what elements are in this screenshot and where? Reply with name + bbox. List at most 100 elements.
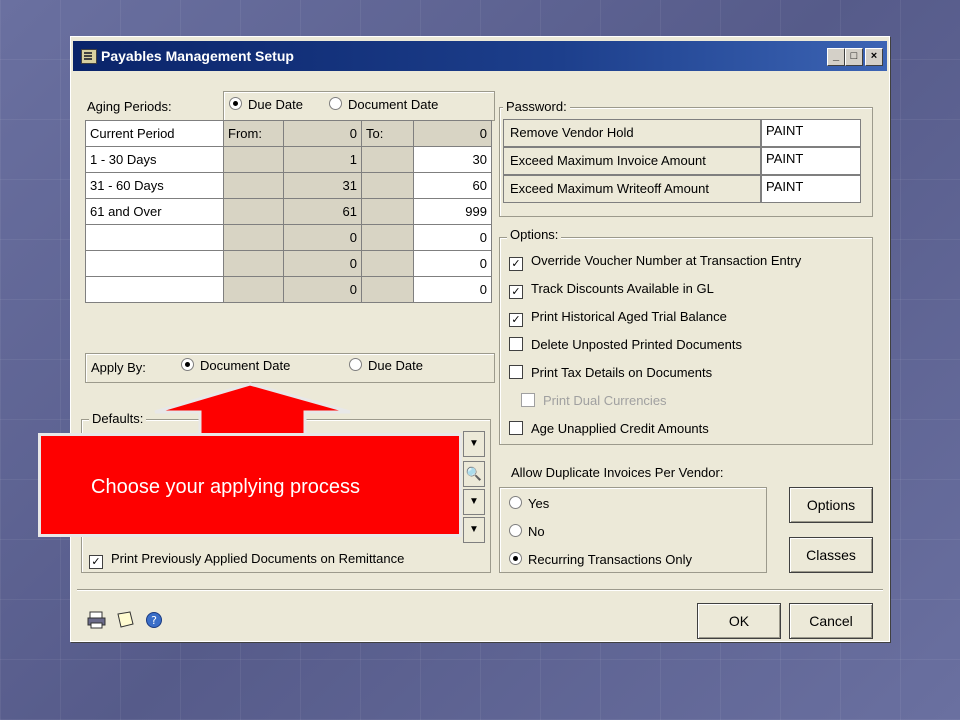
option-label: Track Discounts Available in GL <box>531 281 714 296</box>
aging-to-label <box>361 224 414 251</box>
option-checkbox[interactable]: Print Tax Details on Documents <box>509 365 712 380</box>
title-bar: Payables Management Setup _ □ × <box>73 41 887 71</box>
password-row-label: Remove Vendor Hold <box>503 119 761 147</box>
callout-text: Choose your applying process <box>91 476 361 498</box>
aging-from-label <box>223 198 284 225</box>
classes-button[interactable]: Classes <box>789 537 873 573</box>
allow-duplicates-label: Allow Duplicate Invoices Per Vendor: <box>511 465 724 480</box>
aging-to-value: 0 <box>413 120 492 147</box>
minimize-icon[interactable]: _ <box>827 48 845 66</box>
options-label: Options: <box>507 227 562 242</box>
aging-to-label <box>361 276 414 303</box>
radio-icon <box>181 358 194 371</box>
radio-icon <box>509 552 522 565</box>
close-icon[interactable]: × <box>865 48 883 66</box>
duplicates-yes-radio[interactable]: Yes <box>509 496 549 511</box>
ok-button[interactable]: OK <box>697 603 781 639</box>
aging-from-value: 1 <box>283 146 362 173</box>
aging-row: 31 - 60 Days 31 60 <box>85 172 492 199</box>
help-icon[interactable]: ? <box>145 611 163 629</box>
option-label: Delete Unposted Printed Documents <box>531 337 743 352</box>
option-label: Override Voucher Number at Transaction E… <box>531 253 802 268</box>
aging-row: 1 - 30 Days 1 30 <box>85 146 492 173</box>
aging-periods-label: Aging Periods: <box>87 99 172 114</box>
aging-due-date-radio[interactable]: Due Date <box>229 97 303 112</box>
aging-period-name[interactable]: 1 - 30 Days <box>85 146 224 173</box>
checkbox-icon: ✓ <box>509 285 523 299</box>
aging-period-name[interactable]: 31 - 60 Days <box>85 172 224 199</box>
duplicates-no-radio[interactable]: No <box>509 524 545 539</box>
footer-divider <box>77 589 883 591</box>
aging-to-value[interactable]: 999 <box>413 198 492 225</box>
aging-to-value[interactable]: 30 <box>413 146 492 173</box>
aging-from-value: 61 <box>283 198 362 225</box>
option-label: Print Historical Aged Trial Balance <box>531 309 727 324</box>
aging-to-value[interactable]: 0 <box>413 276 492 303</box>
aging-from-label <box>223 250 284 277</box>
radio-icon <box>349 358 362 371</box>
aging-periods-table: Current Period From: 0 To: 0 1 - 30 Days 1 30 31… <box>85 120 492 303</box>
apply-by-due-date-radio[interactable]: Due Date <box>349 358 423 373</box>
radio-icon <box>509 496 522 509</box>
checkbox-icon <box>509 365 523 379</box>
app-icon <box>81 49 97 64</box>
printer-icon[interactable] <box>87 611 107 629</box>
aging-from-label: From: <box>223 120 284 147</box>
aging-period-name[interactable] <box>85 224 224 251</box>
radio-icon <box>509 524 522 537</box>
option-checkbox[interactable]: ✓ Print Historical Aged Trial Balance <box>509 309 727 327</box>
aging-to-label <box>361 198 414 225</box>
defaults-dropdown-2[interactable]: ▼ <box>463 489 485 515</box>
svg-text:?: ? <box>151 614 157 627</box>
apply-by-document-date-radio[interactable]: Document Date <box>181 358 290 373</box>
defaults-label: Defaults: <box>89 411 147 426</box>
aging-period-name[interactable] <box>85 250 224 277</box>
option-checkbox[interactable]: Delete Unposted Printed Documents <box>509 337 742 352</box>
aging-row: Current Period From: 0 To: 0 <box>85 120 492 147</box>
maximize-icon[interactable]: □ <box>845 48 863 66</box>
option-checkbox[interactable]: Age Unapplied Credit Amounts <box>509 421 709 436</box>
aging-from-label <box>223 276 284 303</box>
defaults-dropdown-1[interactable]: ▼ <box>463 431 485 457</box>
password-label: Password: <box>503 99 570 114</box>
print-previously-applied-checkbox[interactable]: ✓ Print Previously Applied Documents on R… <box>89 551 404 569</box>
option-checkbox: Print Dual Currencies <box>521 393 667 408</box>
password-input[interactable]: PAINT <box>761 119 861 147</box>
note-icon[interactable] <box>115 611 135 629</box>
options-button[interactable]: Options <box>789 487 873 523</box>
checkbox-icon <box>509 421 523 435</box>
checkbox-icon: ✓ <box>509 313 523 327</box>
password-input[interactable]: PAINT <box>761 147 861 175</box>
checkbox-icon: ✓ <box>509 257 523 271</box>
lookup-icon[interactable]: 🔍 <box>463 461 485 487</box>
aging-period-name[interactable]: Current Period <box>85 120 224 147</box>
aging-to-label: To: <box>361 120 414 147</box>
aging-to-value[interactable]: 0 <box>413 250 492 277</box>
duplicates-recurring-radio[interactable]: Recurring Transactions Only <box>509 552 692 567</box>
aging-to-value[interactable]: 0 <box>413 224 492 251</box>
aging-period-name[interactable]: 61 and Over <box>85 198 224 225</box>
aging-from-value: 0 <box>283 224 362 251</box>
password-input[interactable]: PAINT <box>761 175 861 203</box>
defaults-dropdown-3[interactable]: ▼ <box>463 517 485 543</box>
checkbox-icon: ✓ <box>89 555 103 569</box>
aging-to-value[interactable]: 60 <box>413 172 492 199</box>
aging-period-name[interactable] <box>85 276 224 303</box>
option-label: Print Tax Details on Documents <box>531 365 713 380</box>
option-label: Print Dual Currencies <box>543 393 667 408</box>
aging-document-date-radio[interactable]: Document Date <box>329 97 438 112</box>
aging-from-label <box>223 172 284 199</box>
option-checkbox[interactable]: ✓ Override Voucher Number at Transaction … <box>509 253 801 271</box>
option-label: Age Unapplied Credit Amounts <box>531 421 709 436</box>
callout-box: Choose your applying process <box>38 433 462 537</box>
password-row-label: Exceed Maximum Writeoff Amount <box>503 175 761 203</box>
aging-from-label <box>223 224 284 251</box>
checkbox-icon <box>521 393 535 407</box>
option-checkbox[interactable]: ✓ Track Discounts Available in GL <box>509 281 714 299</box>
radio-icon <box>329 97 342 110</box>
aging-from-value: 31 <box>283 172 362 199</box>
cancel-button[interactable]: Cancel <box>789 603 873 639</box>
setup-window: Payables Management Setup _ □ × Aging Pe… <box>70 36 890 642</box>
password-row-label: Exceed Maximum Invoice Amount <box>503 147 761 175</box>
aging-from-label <box>223 146 284 173</box>
